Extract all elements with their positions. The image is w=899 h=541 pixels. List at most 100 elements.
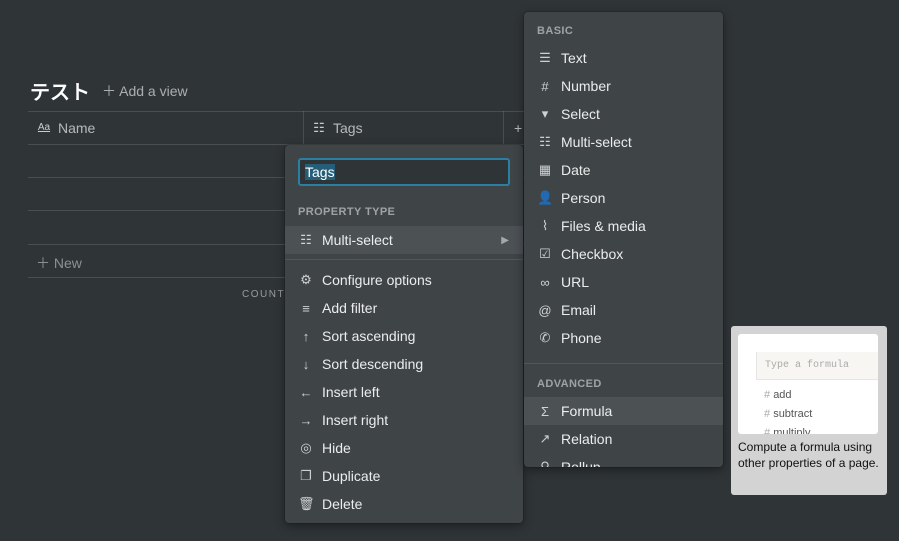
section-label: ADVANCED [537,378,602,390]
menu-item-relation[interactable]: ↗ Relation [524,425,723,453]
menu-item-add-filter[interactable]: ≡ Add filter [285,294,523,322]
menu-item-hide[interactable]: ◎ Hide [285,434,523,462]
add-view-button[interactable]: ＋ Add a view [102,81,188,101]
menu-item-label: Email [561,302,597,318]
menu-item-checkbox[interactable]: ☑ Checkbox [524,240,723,268]
menu-item-duplicate[interactable]: ❐ Duplicate [285,462,523,490]
menu-item-date[interactable]: ▦ Date [524,156,723,184]
section-label: PROPERTY TYPE [298,206,396,218]
menu-item-label: Phone [561,330,602,346]
menu-item-files-media[interactable]: ⌇ Files & media [524,212,723,240]
arrow-up-icon: ↑ [302,328,310,344]
divider [303,111,304,144]
menu-item-label: URL [561,274,590,290]
menu-item-label: Sort ascending [322,328,416,344]
list-icon: ☷ [300,232,312,247]
select-icon: ▾ [541,106,549,121]
menu-item-label: Delete [322,496,363,512]
property-name-input[interactable]: Tags [298,158,510,186]
menu-item-select[interactable]: ▾ Select [524,100,723,128]
duplicate-icon: ❐ [300,468,312,483]
menu-item-delete[interactable]: 🗑 Delete [285,490,523,518]
menu-item-label: Hide [322,440,351,456]
column-header-name[interactable]: Aa Name [36,111,95,144]
sigma-icon: Σ [540,403,550,419]
divider [524,363,723,364]
text-aa-icon: Aa [37,122,51,133]
menu-item-label: Insert right [322,412,389,428]
type-label: Multi-select [322,232,393,248]
menu-item-label: Person [561,190,606,206]
formula-preview-image: Type a formula # add # subtract # multip… [738,334,878,434]
property-type-select[interactable]: ☷ Multi-select ▶ [285,226,523,254]
menu-item-text[interactable]: ☰ Text [524,44,723,72]
search-icon: ⚲ [540,459,550,467]
menu-item-multi-select[interactable]: ☷ Multi-select [524,128,723,156]
menu-item-label: Number [561,78,611,94]
menu-item-person[interactable]: 👤 Person [524,184,723,212]
calendar-icon: ▦ [538,162,552,177]
menu-item-label: Configure options [322,272,432,288]
page-title: テスト [30,82,90,104]
formula-tooltip: Type a formula # add # subtract # multip… [731,326,887,495]
menu-item-number[interactable]: # Number [524,72,723,100]
eye-slash-icon: ◎ [300,440,312,455]
menu-item-rollup[interactable]: ⚲ Rollup [524,453,723,467]
paperclip-icon: ⌇ [541,218,549,233]
menu-item-label: Files & media [561,218,646,234]
menu-item-label: Relation [561,431,613,447]
list-icon: ☷ [539,134,551,149]
menu-item-label: Select [561,106,600,122]
menu-item-label: Sort descending [322,356,424,372]
column-header-tags[interactable]: ☷ Tags [311,111,363,144]
function-item: # multiply [764,427,811,434]
column-label: Name [58,119,96,136]
count-label[interactable]: COUNT [242,289,285,300]
property-type-menu: BASIC ☰ Text # Number ▾ Select ☷ Multi-select ▦ D… [524,12,723,467]
at-icon: @ [538,302,552,318]
menu-item-sort-ascending[interactable]: ↑ Sort ascending [285,322,523,350]
function-item: # add [764,389,792,401]
menu-item-configure-options[interactable]: ⚙ Configure options [285,266,523,294]
tooltip-description: Compute a formula using other properties… [738,440,879,470]
function-item: # subtract [764,408,813,420]
divider [503,111,504,144]
phone-icon: ✆ [539,330,551,345]
text-icon: ☰ [539,50,551,65]
divider [285,259,523,260]
add-column-button[interactable]: + [514,111,522,144]
plus-icon: ＋ [102,83,116,99]
menu-item-insert-left[interactable]: ← Insert left [285,378,523,406]
property-name-value: Tags [305,164,335,180]
new-row-label: New [53,255,82,271]
hash-icon: # [541,78,549,94]
menu-item-phone[interactable]: ✆ Phone [524,324,723,352]
menu-item-label: Multi-select [561,134,632,150]
link-icon: ∞ [540,274,550,290]
menu-item-label: Duplicate [322,468,381,484]
filter-icon: ≡ [302,300,310,316]
menu-item-label: Insert left [322,384,380,400]
menu-item-label: Formula [561,403,613,419]
arrow-left-icon: ← [299,384,313,400]
menu-item-label: Rollup [561,459,601,467]
menu-item-insert-right[interactable]: → Insert right [285,406,523,434]
gear-icon: ⚙ [300,272,312,287]
menu-item-sort-descending[interactable]: ↓ Sort descending [285,350,523,378]
add-view-label: Add a view [119,83,188,99]
trash-icon: 🗑 [298,496,315,511]
arrow-down-icon: ↓ [302,356,310,372]
menu-item-email[interactable]: @ Email [524,296,723,324]
menu-item-url[interactable]: ∞ URL [524,268,723,296]
column-label: Tags [333,119,363,136]
menu-item-formula[interactable]: Σ Formula [524,397,723,425]
divider [28,111,528,112]
checkbox-icon: ☑ [539,246,551,261]
person-icon: 👤 [537,190,554,205]
arrow-up-right-icon: ↗ [539,431,551,446]
menu-item-label: Date [561,162,591,178]
section-label: BASIC [537,25,574,37]
arrow-right-icon: → [299,412,313,428]
new-row-button[interactable]: ＋ New [36,253,82,273]
chevron-right-icon: ▶ [501,234,509,246]
